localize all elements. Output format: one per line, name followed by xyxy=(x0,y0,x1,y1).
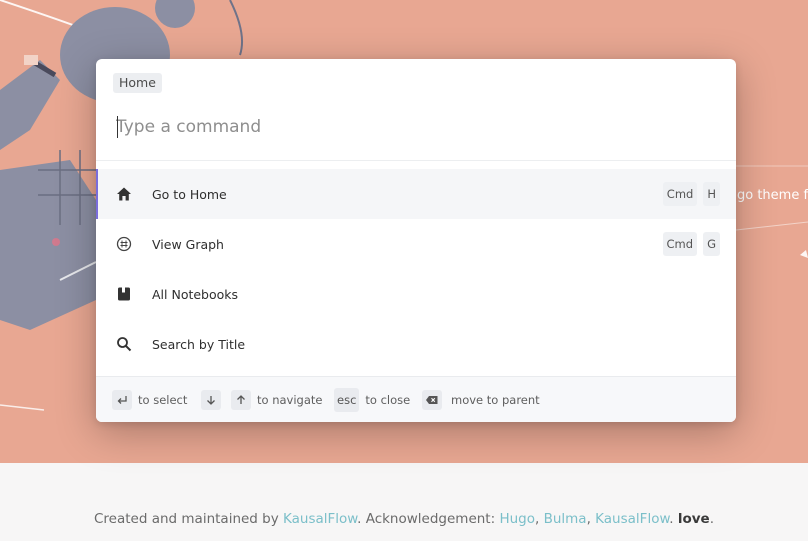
hint-close-text: to close xyxy=(365,393,411,407)
result-label: All Notebooks xyxy=(152,286,239,302)
divider xyxy=(96,160,736,161)
arrow-up-icon xyxy=(231,390,251,410)
footer-prefix: Created and maintained by xyxy=(93,511,284,527)
results-list: Go to Home Cmd H View Graph Cmd G All No… xyxy=(96,169,736,369)
footer-credits: Created and maintained by KausalFlow. Ac… xyxy=(0,511,808,527)
result-label: Search by Title xyxy=(152,336,246,352)
breadcrumb[interactable]: Home xyxy=(113,73,162,93)
hint-parent-text: move to parent xyxy=(451,393,540,407)
page-footer: Created and maintained by KausalFlow. Ac… xyxy=(0,463,808,541)
arrow-down-icon xyxy=(201,390,221,410)
footer-link-kausalflow-2[interactable]: KausalFlow xyxy=(595,511,669,527)
palette-hints-bar: to select to navigate esc to close move … xyxy=(96,376,736,422)
footer-end: . xyxy=(709,511,715,527)
shortcut-key: Cmd xyxy=(662,182,698,206)
hint-select-text: to select xyxy=(138,393,188,407)
footer-sep: , xyxy=(586,511,596,527)
shortcut-keys: Cmd G xyxy=(662,232,720,256)
esc-key: esc xyxy=(334,388,360,412)
shortcut-key: G xyxy=(703,232,720,256)
command-palette: Home Go to Home Cmd H View Graph Cmd G xyxy=(96,59,736,422)
footer-sep: , xyxy=(534,511,544,527)
notebook-icon xyxy=(115,285,133,303)
footer-love: love xyxy=(677,511,710,527)
result-all-notebooks[interactable]: All Notebooks xyxy=(96,269,736,319)
hero-tagline: go theme f xyxy=(737,188,808,203)
command-input[interactable] xyxy=(116,112,716,142)
search-icon xyxy=(115,335,133,353)
text-caret xyxy=(117,116,118,138)
result-label: View Graph xyxy=(152,236,224,252)
hint-select: to select xyxy=(112,390,187,410)
result-label: Go to Home xyxy=(152,186,227,202)
footer-link-bulma[interactable]: Bulma xyxy=(544,511,587,527)
hint-close: esc to close xyxy=(334,388,411,412)
footer-ack: . Acknowledgement: xyxy=(357,511,500,527)
home-icon xyxy=(115,185,133,203)
footer-link-kausalflow[interactable]: KausalFlow xyxy=(283,511,357,527)
shortcut-key: H xyxy=(703,182,720,206)
shortcut-key: Cmd xyxy=(662,232,698,256)
hint-navigate: to navigate xyxy=(201,390,322,410)
footer-link-hugo[interactable]: Hugo xyxy=(499,511,535,527)
hint-parent: move to parent xyxy=(422,390,540,410)
footer-sep: . xyxy=(669,511,678,527)
backspace-key-icon xyxy=(422,390,442,410)
hint-navigate-text: to navigate xyxy=(257,393,323,407)
result-go-to-home[interactable]: Go to Home Cmd H xyxy=(96,169,736,219)
enter-key-icon xyxy=(112,390,132,410)
result-view-graph[interactable]: View Graph Cmd G xyxy=(96,219,736,269)
result-search-by-title[interactable]: Search by Title xyxy=(96,319,736,369)
graph-icon xyxy=(115,235,133,253)
shortcut-keys: Cmd H xyxy=(662,182,720,206)
